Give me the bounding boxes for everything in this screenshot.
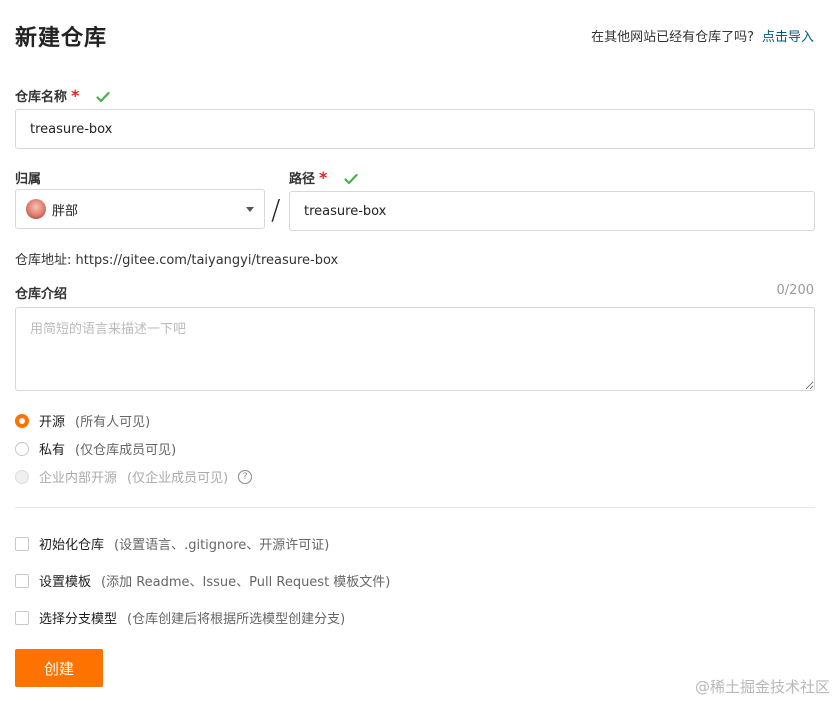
option-note: (仅企业成员可见) <box>127 471 229 486</box>
option-note: (添加 Readme、Issue、Pull Request 模板文件) <box>101 575 391 590</box>
watermark: @稀土掘金技术社区 <box>694 678 830 696</box>
description-textarea[interactable] <box>15 307 815 391</box>
avatar <box>26 199 46 219</box>
checkbox[interactable] <box>15 610 29 625</box>
checkbox[interactable] <box>15 536 29 551</box>
description-label: 仓库介绍 <box>15 287 68 302</box>
radio-button[interactable] <box>15 413 29 428</box>
path-label: 路径 <box>289 172 316 187</box>
init-option-initialize[interactable]: 初始化仓库 (设置语言、.gitignore、开源许可证) <box>15 534 329 553</box>
option-label: 设置模板 <box>39 575 92 590</box>
check-icon <box>344 173 359 185</box>
option-note: (所有人可见) <box>75 415 151 430</box>
option-label: 私有 <box>39 443 66 458</box>
radio-button[interactable] <box>15 441 29 456</box>
repo-name-label-row: 仓库名称 * <box>15 86 111 105</box>
help-icon[interactable]: ? <box>238 469 253 484</box>
option-label: 初始化仓库 <box>39 538 105 553</box>
repo-address: 仓库地址: https://gitee.com/taiyangyi/treasu… <box>15 253 339 268</box>
owner-selected: 胖部 <box>52 203 79 219</box>
path-input[interactable] <box>289 191 815 231</box>
visibility-option-public[interactable]: 开源 (所有人可见) <box>15 411 150 430</box>
checkbox[interactable] <box>15 573 29 588</box>
option-note: (设置语言、.gitignore、开源许可证) <box>114 538 330 553</box>
description-counter: 0/200 <box>776 283 814 298</box>
chevron-down-icon <box>246 206 254 212</box>
import-question: 在其他网站已经有仓库了吗? <box>591 30 754 45</box>
path-label-row: 路径 * <box>289 168 359 187</box>
option-note: (仓库创建后将根据所选模型创建分支) <box>127 612 346 627</box>
visibility-option-enterprise: 企业内部开源 (仅企业成员可见) ? <box>15 467 253 486</box>
radio-button <box>15 469 29 484</box>
create-button[interactable]: 创建 <box>15 649 103 687</box>
check-icon <box>96 91 111 103</box>
page-title: 新建仓库 <box>15 26 108 51</box>
init-option-template[interactable]: 设置模板 (添加 Readme、Issue、Pull Request 模板文件) <box>15 571 390 590</box>
option-label: 企业内部开源 <box>39 471 118 486</box>
init-option-branch-model[interactable]: 选择分支模型 (仓库创建后将根据所选模型创建分支) <box>15 608 345 627</box>
path-separator: / <box>271 193 281 226</box>
repo-name-label: 仓库名称 <box>15 90 68 105</box>
import-link[interactable]: 点击导入 <box>762 30 814 45</box>
owner-label: 归属 <box>15 172 42 187</box>
divider <box>15 507 815 508</box>
option-label: 开源 <box>39 415 66 430</box>
required-mark: * <box>319 168 328 187</box>
owner-select[interactable]: 胖部 <box>15 189 265 229</box>
import-hint: 在其他网站已经有仓库了吗? 点击导入 <box>591 26 814 45</box>
repo-name-input[interactable] <box>15 109 815 149</box>
visibility-option-private[interactable]: 私有 (仅仓库成员可见) <box>15 439 176 458</box>
option-label: 选择分支模型 <box>39 612 118 627</box>
option-note: (仅仓库成员可见) <box>75 443 177 458</box>
required-mark: * <box>71 86 80 105</box>
